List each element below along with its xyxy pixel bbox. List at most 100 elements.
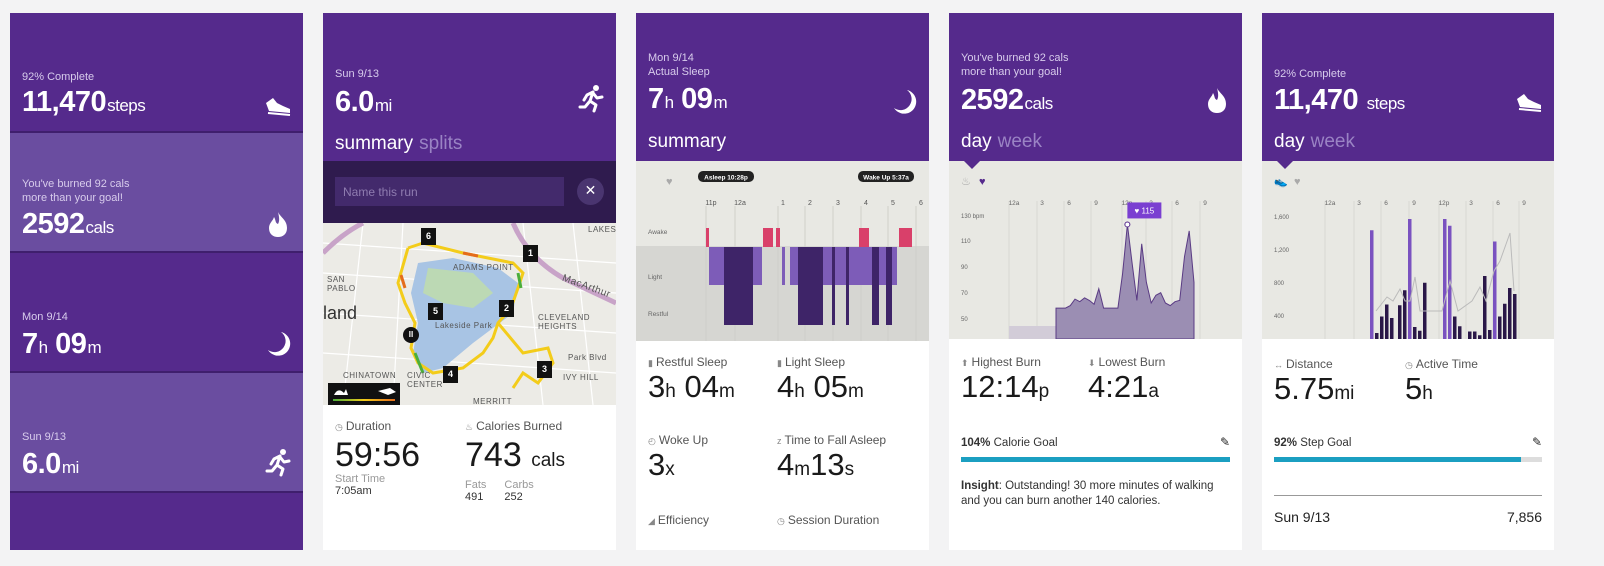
split-marker[interactable]: 5 [428,303,443,320]
run-distance: 6.0mi [335,86,392,118]
hour-label: 3 [1040,200,1044,207]
route-fast-segment [399,274,407,289]
restful-sleep-value: 3h 04m [648,369,735,404]
edit-goal-pencil-icon[interactable]: ✎ [1532,435,1542,449]
divider [1274,495,1542,496]
light-sleep-stat: ▮ Light Sleep 4h 05m [777,355,864,410]
heart-rate-area [1055,224,1195,339]
calorie-goal-bar [961,457,1230,462]
step-bar [1370,230,1374,339]
fats-value: 491 [465,491,484,503]
step-bar [1488,330,1492,339]
map-label: IVY HILL [563,373,599,382]
tab-splits[interactable]: splits [419,133,462,154]
run-tile[interactable]: Sun 9/13 6.0mi [10,373,303,491]
tab-summary[interactable]: summary [335,133,413,154]
run-name-bar: ✕ [323,161,616,223]
steps-tile[interactable]: 92% Complete 11,470steps [10,13,303,131]
hour-label: 2 [808,200,812,207]
peak-tag: ♥ 115 [1135,206,1155,215]
active-time-stat: ◷ Active Time 5h [1405,357,1478,412]
run-tabs: summary splits [335,133,468,155]
hour-label: 9 [1522,200,1526,207]
session-duration-stat: ◷ Session Duration [777,513,880,527]
map-label: CIVIC CENTER [407,371,443,389]
efficiency-stat: ◢ Efficiency [648,513,710,527]
tab-summary[interactable]: summary [648,131,726,152]
calories-tabs: day week [961,131,1048,153]
calories-message: You've burned 92 cals more than your goal… [961,52,1069,78]
flame-icon: ♨ [465,422,474,432]
hour-label: 3 [836,200,840,207]
tab-day[interactable]: day [1274,131,1305,152]
pace-legend-graphic [333,388,396,401]
hour-label: 12p [1439,200,1450,207]
y-axis-label: 1,200 [1274,248,1290,254]
split-marker[interactable]: 6 [421,228,436,245]
edit-goal-pencil-icon[interactable]: ✎ [1220,435,1230,449]
active-time-value: 5h [1405,371,1433,406]
split-marker[interactable]: 1 [523,245,538,262]
split-marker[interactable]: 4 [443,366,458,383]
map-label: CHINATOWN [343,371,397,380]
restful-sleep-segment [886,247,892,325]
restful-sleep-segment [846,247,849,325]
stage-label: Awake [648,229,668,236]
history-value: 7,856 [1506,509,1542,525]
run-stats: ◷ Duration 59:56 Start Time 7:05am ♨ Calor… [323,405,616,550]
step-bar [1413,327,1417,339]
restful-sleep-segment [832,247,835,325]
run-name-input[interactable] [335,177,564,206]
bars-icon: ▮ [777,358,782,368]
map-label: SAN PABLO [327,275,356,293]
split-marker[interactable]: 3 [537,361,552,378]
y-axis-label: 90 [961,265,968,271]
insight-text: Insight: Outstanding! 30 more minutes of… [961,480,1214,507]
calorie-goal-fill [961,457,1230,462]
woke-up-stat: ◴ Woke Up 3x [648,433,708,488]
tab-pointer [963,160,981,169]
history-row[interactable]: Sun 9/13 7,856 [1274,509,1542,525]
heart-icon: ♥ [666,176,673,188]
sleep-tile[interactable]: Mon 9/14 7h 09m [10,253,303,371]
sleep-chart-svg: ♥ 11p 12a 1 2 3 4 5 6 Awake Light Restful Asleep 10:… [636,171,929,341]
route [496,322,555,389]
sleep-tabs: summary [648,131,732,153]
flame-icon [1208,88,1226,113]
alarm-icon: ◴ [648,436,656,446]
steps-stats: ↔ Distance 5.75mi ◷ Active Time 5h 92% Ste… [1262,339,1554,550]
tab-week[interactable]: week [998,131,1042,152]
calories-tile[interactable]: You've burned 92 cals more than your goal… [10,133,303,251]
sleep-date: Mon 9/14 [22,311,68,323]
awake-segment [859,228,869,247]
run-map[interactable]: ADAMS POINT CLEVELAND HEIGHTS CHINATOWN … [323,223,616,405]
step-bar [1380,316,1384,339]
step-goal-label: 92% Step Goal [1274,437,1352,449]
close-button[interactable]: ✕ [577,178,604,205]
resting-area [1009,326,1056,339]
step-bar [1483,276,1487,339]
turtle-icon [334,389,348,395]
speed-legend [328,383,400,405]
arrow-down-icon: ⬇ [1088,358,1096,368]
map-label: Lakeside Park [435,321,493,330]
awake-segment [899,228,912,247]
highest-burn-value: 12:14p [961,369,1050,404]
carbs-label: Carbs [504,479,534,491]
split-marker[interactable]: 2 [499,300,514,317]
freeway [323,223,365,255]
tab-day[interactable]: day [961,131,992,152]
hour-label: 5 [891,200,895,207]
step-bar [1408,219,1412,339]
stage-label: Light [648,274,662,281]
map-label: ADAMS POINT [453,263,514,272]
tab-week[interactable]: week [1311,131,1355,152]
duration-value: 59:56 [335,436,421,474]
run-detail-panel: Sun 9/13 6.0mi summarysplits ✕ ADAMS P [323,13,616,550]
y-axis-label: 70 [961,291,968,297]
woke-up-value: 3x [648,447,675,482]
lowest-burn-value: 4:21a [1088,369,1159,404]
sleep-value: 7h 09m [22,328,102,360]
awake-segment [706,228,709,247]
pause-marker[interactable]: II [403,327,419,343]
